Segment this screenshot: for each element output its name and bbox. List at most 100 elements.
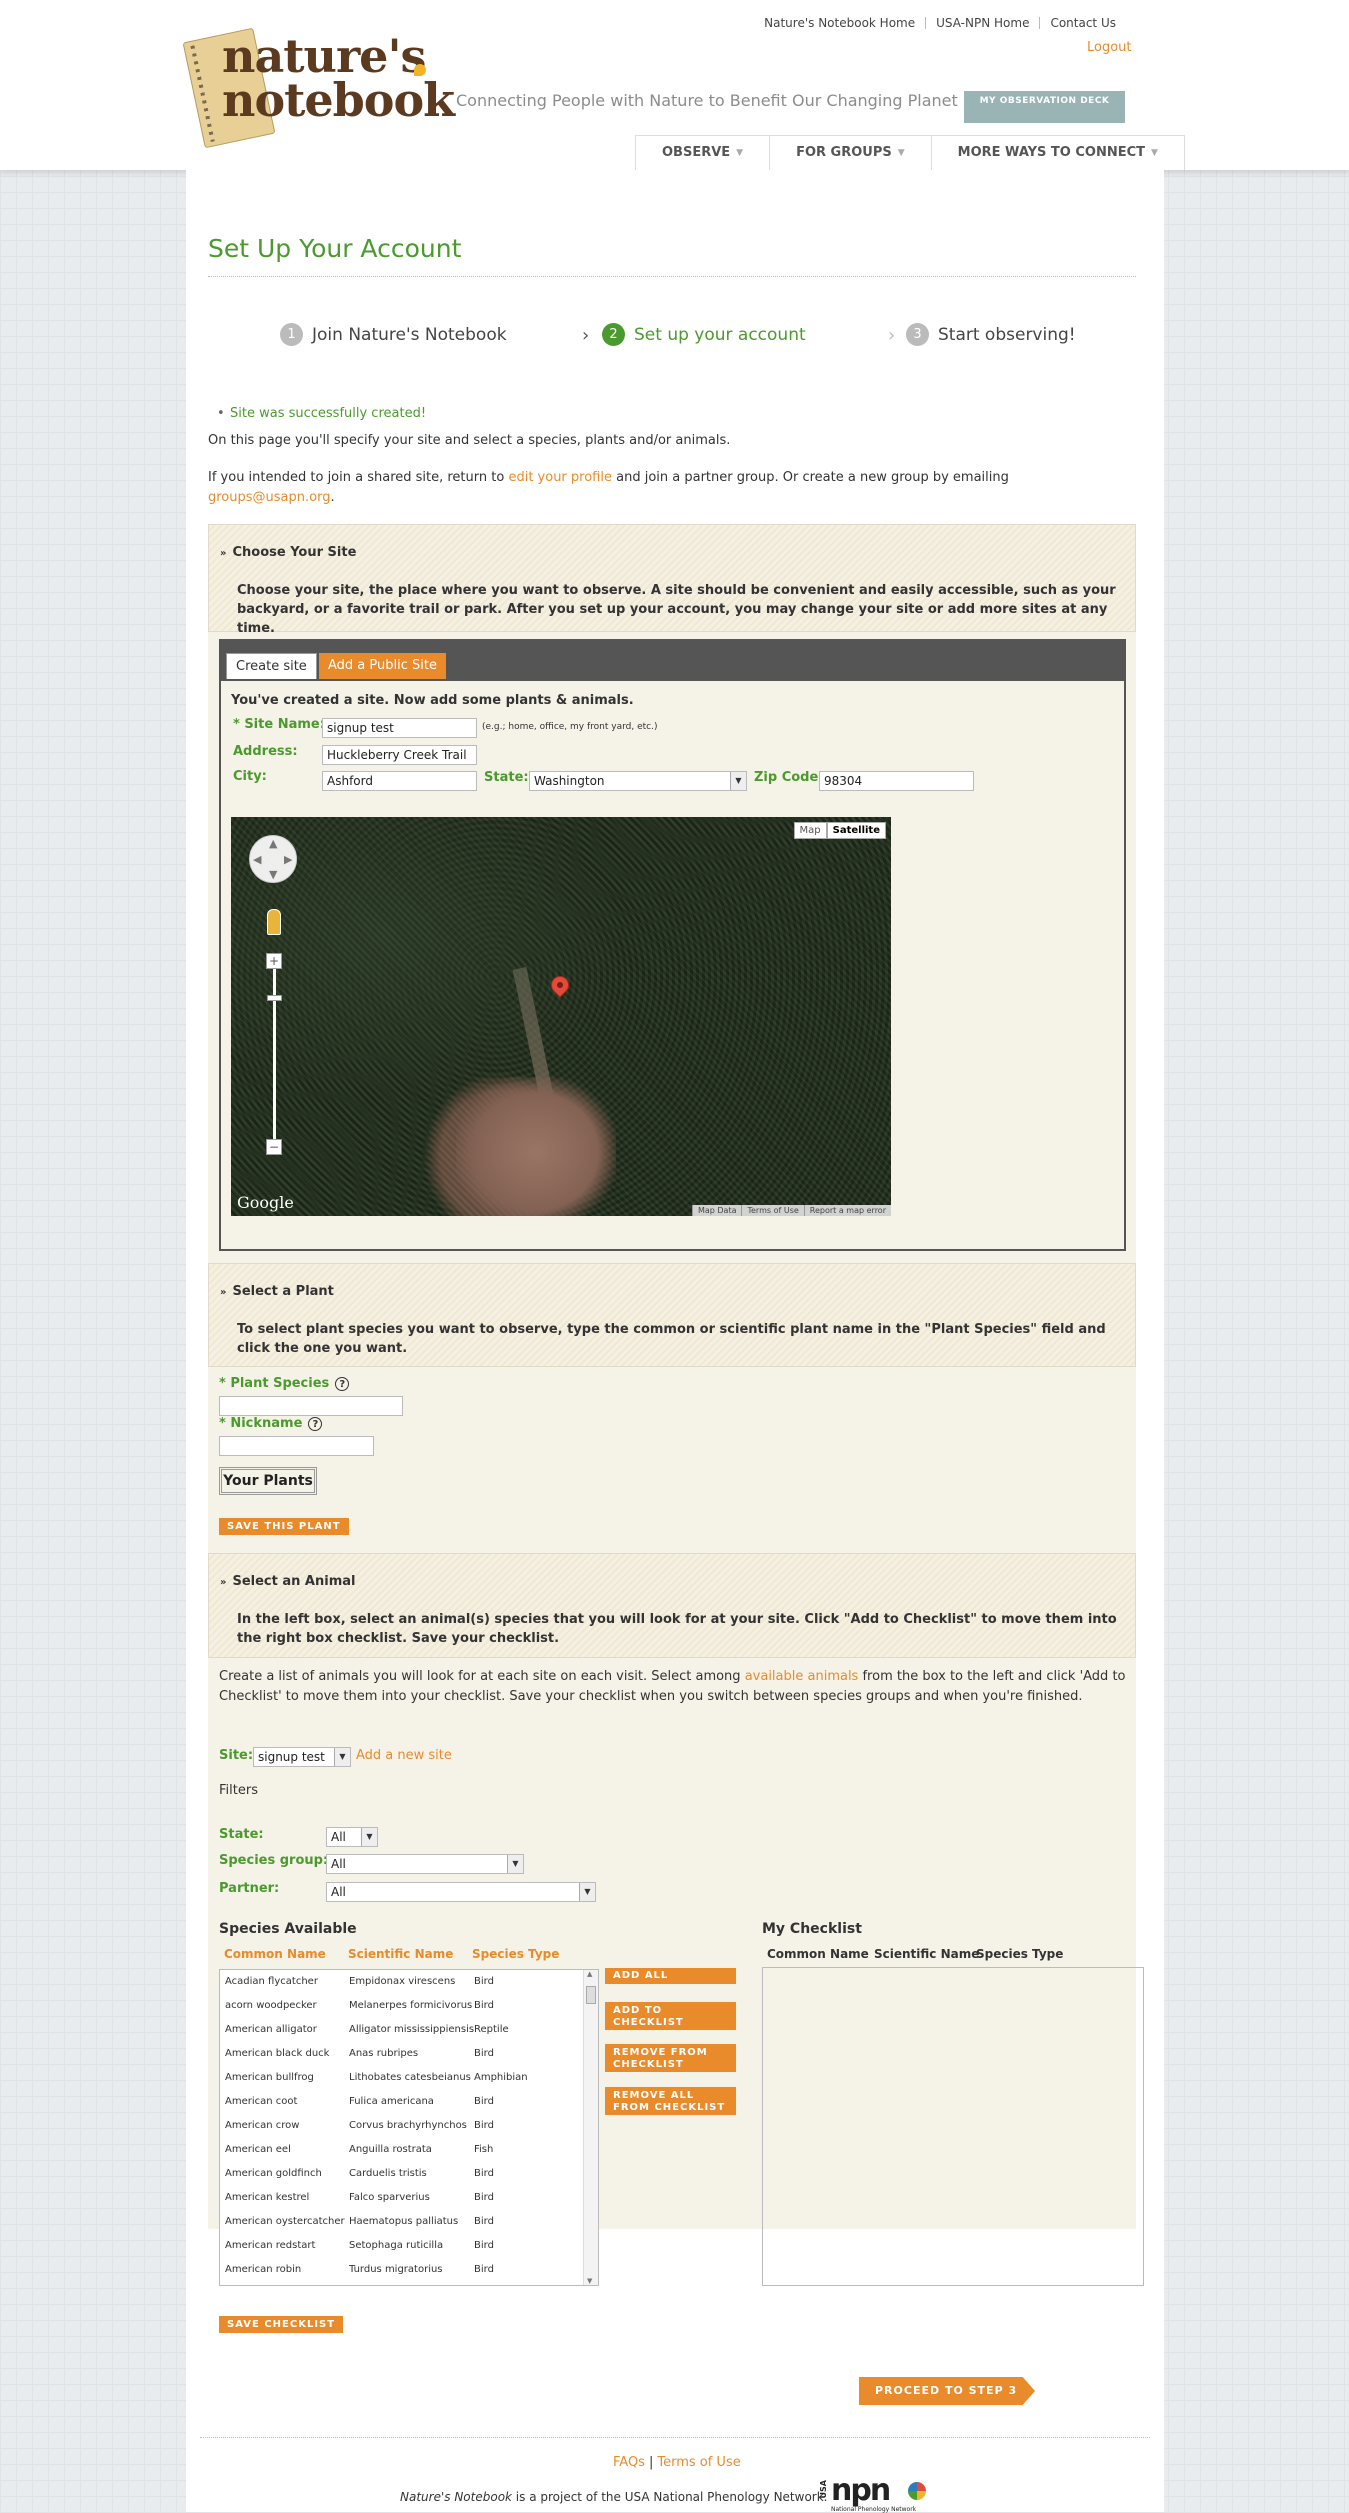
logout-link[interactable]: Logout <box>1087 40 1132 55</box>
add-new-site-link[interactable]: Add a new site <box>356 1748 452 1763</box>
filter-state-select[interactable]: All ▼ <box>326 1827 378 1847</box>
scroll-down-icon[interactable]: ▼ <box>587 2277 592 2285</box>
state-select[interactable]: Washington ▼ <box>529 771 747 791</box>
map-type-satellite[interactable]: Satellite <box>826 822 886 839</box>
select-plant-header[interactable]: » Select a Plant To select plant species … <box>208 1263 1136 1367</box>
link-natures-notebook-home[interactable]: Nature's Notebook Home <box>754 17 925 29</box>
species-row[interactable]: American coot Fulica americana Bird <box>220 2091 580 2115</box>
logo-line2: notebook <box>222 73 455 127</box>
address-input[interactable]: Huckleberry Creek Trail <box>322 745 477 765</box>
plant-species-input[interactable] <box>219 1396 403 1416</box>
pan-left-icon[interactable]: ◀ <box>253 853 261 866</box>
scroll-up-icon[interactable]: ▲ <box>587 1970 592 1978</box>
species-available-list[interactable]: Acadian flycatcher Empidonax virescens Bir… <box>219 1969 599 2286</box>
pan-up-icon[interactable]: ▲ <box>269 837 277 850</box>
species-row[interactable]: American goldfinch Carduelis tristis Bird <box>220 2163 580 2187</box>
link-usa-npn-home[interactable]: USA-NPN Home <box>925 17 1039 29</box>
col-scientific-name[interactable]: Scientific Name <box>348 1947 453 1961</box>
species-row[interactable]: American crow Corvus brachyrhynchos Bird <box>220 2115 580 2139</box>
scrollbar-thumb[interactable] <box>586 1986 596 2004</box>
filter-partner-select[interactable]: All ▼ <box>326 1882 596 1902</box>
tab-add-public-site[interactable]: Add a Public Site <box>319 653 446 679</box>
my-checklist-box[interactable] <box>762 1967 1144 2286</box>
species-type: Fish <box>474 2144 494 2155</box>
map-terms-link[interactable]: Terms of Use <box>741 1205 804 1216</box>
pan-down-icon[interactable]: ▼ <box>269 868 277 881</box>
zoom-in-icon[interactable]: + <box>266 953 282 969</box>
pan-right-icon[interactable]: ▶ <box>284 853 292 866</box>
species-row[interactable]: acorn woodpecker Melanerpes formicivorus B… <box>220 1995 580 2019</box>
species-row[interactable]: American oystercatcher Haematopus palliat… <box>220 2211 580 2235</box>
add-all-button[interactable]: ADD ALL <box>605 1968 736 1984</box>
nav-more-ways-to-connect[interactable]: MORE WAYS TO CONNECT ▼ <box>930 136 1185 170</box>
map-data-link[interactable]: Map Data <box>691 1205 742 1216</box>
text-fragment: Create a list of animals you will look f… <box>219 1669 745 1684</box>
groups-email-link[interactable]: groups@usapn.org <box>208 490 330 505</box>
species-row[interactable]: American eel Anguilla rostrata Fish <box>220 2139 580 2163</box>
available-animals-link[interactable]: available animals <box>745 1669 859 1684</box>
species-row[interactable]: American bullfrog Lithobates catesbeianus… <box>220 2067 580 2091</box>
remove-from-checklist-button[interactable]: REMOVE FROM CHECKLIST <box>605 2044 736 2072</box>
collapse-chevron-icon: » <box>220 1577 227 1588</box>
save-checklist-button[interactable]: SAVE CHECKLIST <box>219 2316 344 2333</box>
col-common-name[interactable]: Common Name <box>224 1947 326 1961</box>
city-input[interactable]: Ashford <box>322 771 477 791</box>
site-map[interactable]: ▲ ▼ ◀ ▶ + − Map Satellite Google Map Dat… <box>231 817 891 1216</box>
site-name-input[interactable]: signup test <box>322 718 477 738</box>
edit-profile-link[interactable]: edit your profile <box>508 470 612 485</box>
species-row[interactable]: American alligator Alligator mississippie… <box>220 2019 580 2043</box>
address-label: Address: <box>233 744 298 759</box>
species-row[interactable]: American robin Turdus migratorius Bird <box>220 2259 580 2283</box>
zip-input[interactable]: 98304 <box>819 771 974 791</box>
species-row[interactable]: American redstart Setophaga ruticilla Bird <box>220 2235 580 2259</box>
add-to-checklist-button[interactable]: ADD TO CHECKLIST <box>605 2002 736 2030</box>
street-view-pegman-icon[interactable] <box>267 909 281 935</box>
nav-for-groups[interactable]: FOR GROUPS ▼ <box>769 136 931 170</box>
species-common-name: American bullfrog <box>225 2072 314 2083</box>
tab-create-site[interactable]: Create site <box>226 653 317 679</box>
section-description: Choose your site, the place where you wa… <box>237 583 1116 636</box>
text-fragment: . <box>330 490 335 505</box>
select-animal-header[interactable]: » Select an Animal In the left box, selec… <box>208 1553 1136 1658</box>
site-tab-box: Create site Add a Public Site You've cre… <box>219 639 1126 1251</box>
species-row[interactable]: American black duck Anas rubripes Bird <box>220 2043 580 2067</box>
scrollbar[interactable]: ▲ ▼ <box>583 1970 598 2285</box>
link-contact-us[interactable]: Contact Us <box>1039 17 1126 29</box>
faqs-link[interactable]: FAQs <box>613 2455 645 2470</box>
map-attribution: Map Data Terms of Use Report a map error <box>691 1205 891 1216</box>
plant-species-label: * Plant Species? <box>219 1376 350 1391</box>
remove-all-from-checklist-button[interactable]: REMOVE ALL FROM CHECKLIST <box>605 2087 736 2115</box>
species-scientific-name: Setophaga ruticilla <box>349 2240 444 2251</box>
species-row[interactable]: Acadian flycatcher Empidonax virescens Bir… <box>220 1971 580 1995</box>
help-icon[interactable]: ? <box>308 1416 323 1431</box>
nickname-input[interactable] <box>219 1436 374 1456</box>
col-species-type[interactable]: Species Type <box>472 1947 559 1961</box>
species-scientific-name: Haematopus palliatus <box>349 2216 459 2227</box>
npn-logo[interactable]: USA npn National Phenology Network <box>819 2473 926 2513</box>
site-logo[interactable]: nature's notebook <box>222 33 455 127</box>
save-plant-button[interactable]: SAVE THIS PLANT <box>219 1518 349 1535</box>
choose-site-header[interactable]: » Choose Your Site Choose your site, the … <box>208 524 1136 636</box>
your-plants-button[interactable]: Your Plants <box>219 1467 317 1495</box>
caret-down-icon: ▼ <box>897 148 905 158</box>
species-scientific-name: Lithobates catesbeianus <box>349 2072 471 2083</box>
nav-observe[interactable]: OBSERVE ▼ <box>635 136 769 170</box>
terms-of-use-link[interactable]: Terms of Use <box>657 2455 740 2470</box>
species-common-name: American goldfinch <box>225 2168 322 2179</box>
proceed-to-step-3-button[interactable]: PROCEED TO STEP 3 <box>859 2377 1035 2405</box>
city-label: City: <box>233 769 267 784</box>
species-row[interactable]: American kestrel Falco sparverius Bird <box>220 2187 580 2211</box>
map-pan-control[interactable]: ▲ ▼ ◀ ▶ <box>249 835 297 883</box>
help-icon[interactable]: ? <box>335 1376 350 1391</box>
map-clearing <box>456 1077 616 1216</box>
label-text: * Plant Species <box>219 1376 330 1391</box>
npn-logo-text: npn <box>831 2473 891 2508</box>
zoom-out-icon[interactable]: − <box>266 1139 282 1155</box>
species-common-name: Acadian flycatcher <box>225 1976 318 1987</box>
filter-species-group-select[interactable]: All ▼ <box>326 1854 524 1874</box>
zoom-slider-knob[interactable] <box>267 995 282 1001</box>
my-observation-deck-button[interactable]: MY OBSERVATION DECK <box>964 91 1125 123</box>
report-map-error-link[interactable]: Report a map error <box>803 1205 891 1216</box>
animal-site-select[interactable]: signup test ▼ <box>253 1747 351 1767</box>
map-type-map[interactable]: Map <box>793 822 827 839</box>
